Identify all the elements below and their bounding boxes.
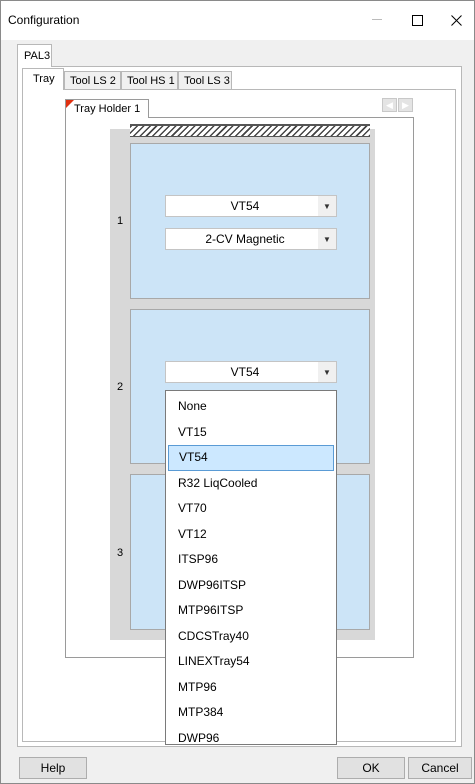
minimize-button[interactable] — [358, 0, 396, 40]
minimize-icon — [371, 19, 382, 20]
ok-button[interactable]: OK — [337, 757, 405, 779]
slot-number: 3 — [117, 547, 124, 559]
combo-value: 2-CV Magnetic — [205, 232, 285, 246]
slot-2-tray-combo[interactable]: VT54 ▼ — [165, 361, 337, 383]
dropdown-option-selected[interactable]: VT54 — [168, 445, 334, 471]
modified-corner-marker — [66, 100, 74, 108]
dropdown-option[interactable]: VT70 — [168, 496, 334, 522]
arrow-left-icon: ◀ — [386, 99, 393, 110]
maximize-icon — [411, 14, 423, 26]
arrow-right-icon: ▶ — [402, 99, 409, 110]
cancel-button[interactable]: Cancel — [408, 757, 472, 779]
tab-tool-ls-2[interactable]: Tool LS 2 — [64, 71, 121, 90]
dropdown-option[interactable]: DWP96ITSP — [168, 573, 334, 599]
maximize-button[interactable] — [398, 0, 436, 40]
dropdown-option[interactable]: VT15 — [168, 420, 334, 446]
dropdown-option[interactable]: DWP96 — [168, 726, 334, 752]
tab-tool-hs-1[interactable]: Tool HS 1 — [121, 71, 178, 90]
tab-tray-holder-1[interactable]: Tray Holder 1 — [65, 99, 149, 118]
chevron-down-icon[interactable]: ▼ — [318, 229, 336, 249]
hatched-edge — [130, 124, 370, 137]
dropdown-option[interactable]: MTP96ITSP — [168, 598, 334, 624]
close-button[interactable] — [437, 0, 475, 40]
dropdown-option[interactable]: MTP384 — [168, 700, 334, 726]
window-title: Configuration — [8, 13, 80, 27]
chevron-down-icon[interactable]: ▼ — [318, 196, 336, 216]
next-holder-button[interactable]: ▶ — [398, 98, 413, 112]
slot-number: 1 — [117, 215, 124, 227]
dropdown-option[interactable]: None — [168, 394, 334, 420]
prev-holder-button[interactable]: ◀ — [382, 98, 397, 112]
tab-tray[interactable]: Tray — [22, 68, 64, 90]
tray-type-dropdown-list[interactable]: None VT15 VT54 R32 LiqCooled VT70 VT12 I… — [165, 390, 337, 745]
slot-1-tray-combo[interactable]: VT54 ▼ — [165, 195, 337, 217]
chevron-down-icon[interactable]: ▼ — [318, 362, 336, 382]
dropdown-option[interactable]: VT12 — [168, 522, 334, 548]
dropdown-option[interactable]: R32 LiqCooled — [168, 471, 334, 497]
dropdown-option[interactable]: CDCSTray40 — [168, 624, 334, 650]
help-button[interactable]: Help — [19, 757, 87, 779]
slot-number: 2 — [117, 381, 124, 393]
tray-slot-1 — [130, 143, 370, 299]
combo-value: VT54 — [230, 365, 260, 379]
tab-pal3[interactable]: PAL3 — [17, 44, 52, 67]
combo-value: VT54 — [230, 199, 260, 213]
tab-tool-ls-3[interactable]: Tool LS 3 — [178, 71, 232, 90]
close-icon — [450, 14, 462, 26]
dropdown-option[interactable]: MTP96 — [168, 675, 334, 701]
dropdown-option[interactable]: LINEXTray54 — [168, 649, 334, 675]
dropdown-option[interactable]: ITSP96 — [168, 547, 334, 573]
slot-1-magnet-combo[interactable]: 2-CV Magnetic ▼ — [165, 228, 337, 250]
